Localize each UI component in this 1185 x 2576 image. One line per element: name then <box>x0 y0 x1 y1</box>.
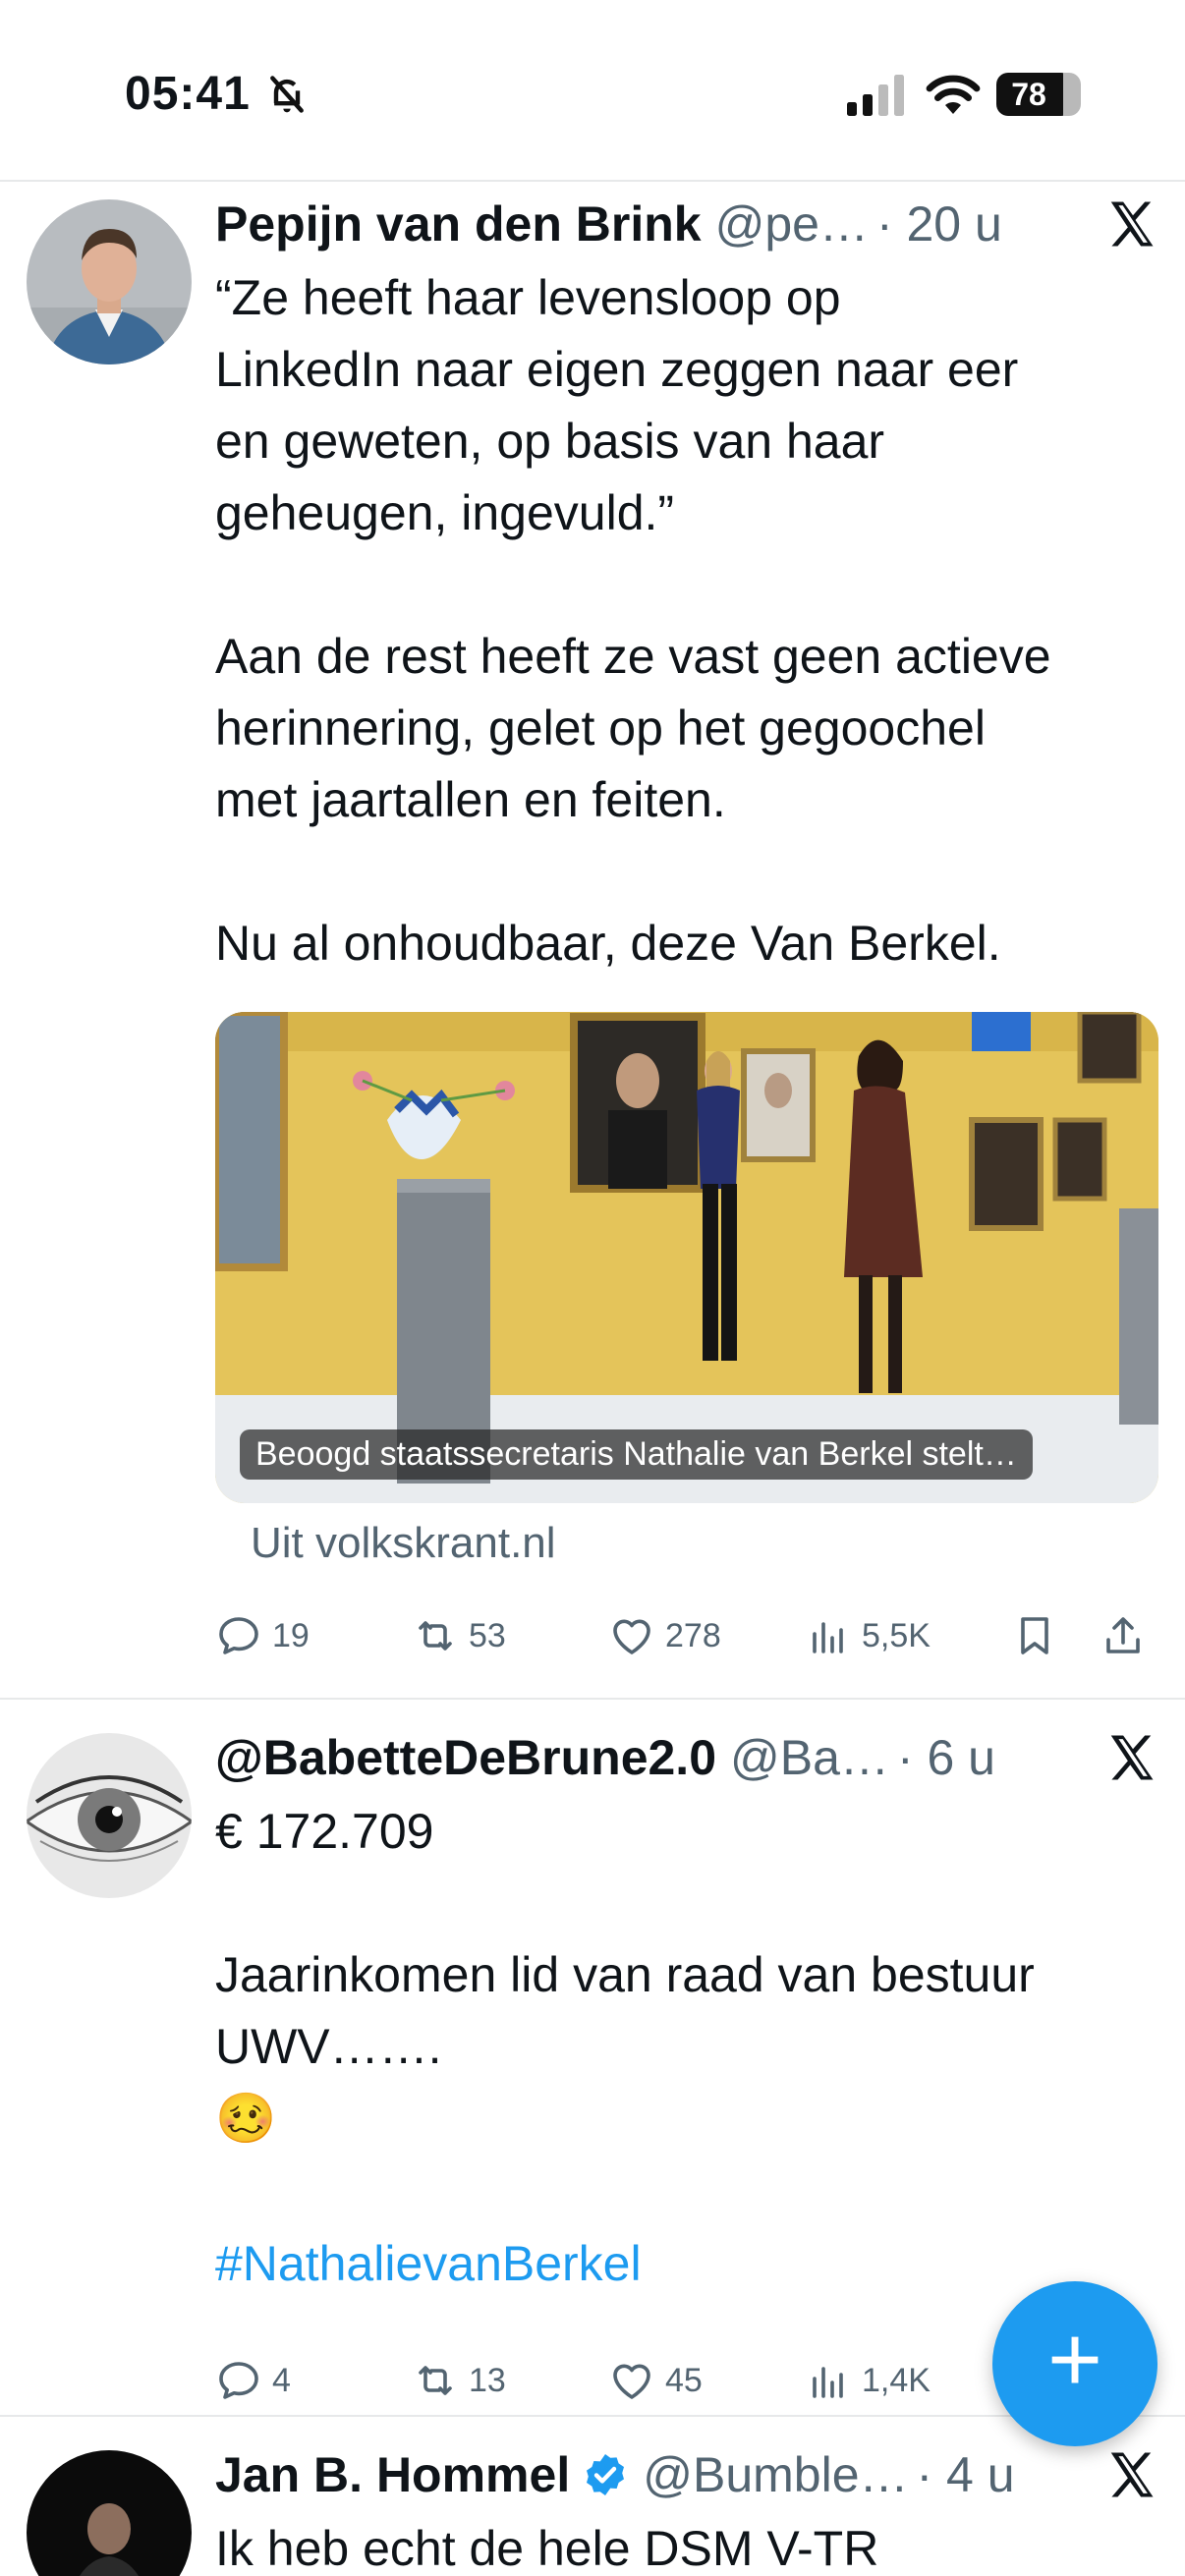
reply-count: 4 <box>272 2361 291 2399</box>
tweet-header: Jan B. Hommel @Bumble… · 4 u <box>215 2442 1161 2507</box>
reply-button[interactable]: 19 <box>215 1606 310 1665</box>
views-count: 5,5K <box>862 1616 931 1654</box>
reply-icon <box>219 2362 258 2399</box>
views-icon <box>813 1622 843 1653</box>
bookmark-button[interactable] <box>1011 1606 1068 1665</box>
link-card-caption: Beoogd staatssecretaris Nathalie van Ber… <box>240 1429 1033 1480</box>
avatar[interactable] <box>27 199 192 364</box>
avatar[interactable] <box>27 2450 192 2576</box>
like-button[interactable]: 278 <box>608 1606 721 1665</box>
repost-count: 53 <box>469 1616 506 1654</box>
views-button[interactable]: 5,5K <box>805 1606 931 1665</box>
status-bar: 05:41 78 <box>0 0 1185 182</box>
compose-button[interactable]: + <box>992 2281 1157 2446</box>
tweet-text: € 172.709 Jaarinkomen lid van raad van b… <box>215 1804 1035 2146</box>
reply-icon <box>219 1617 258 1654</box>
tweet-actions: 19 53 278 5,5K <box>215 1606 1158 1665</box>
repost-count: 13 <box>469 2361 506 2399</box>
bookmark-icon <box>1021 1617 1048 1654</box>
tweet-text: “Ze heeft haar levensloop op LinkedIn na… <box>215 270 1051 971</box>
reply-button[interactable]: 4 <box>215 2351 291 2410</box>
tweet-time[interactable]: · 6 u <box>897 1729 995 1786</box>
tweet-header: @BabetteDeBrune2.0 @Ba… · 6 u <box>215 1725 1161 1790</box>
x-logo-icon <box>1110 1735 1154 1780</box>
battery-level: 78 <box>1011 77 1046 112</box>
author-handle[interactable]: @Ba… <box>730 1729 889 1786</box>
like-count: 278 <box>665 1616 721 1654</box>
compose-plus-icon: + <box>1046 2307 1103 2412</box>
share-button[interactable] <box>1100 1606 1157 1665</box>
x-logo-icon <box>1110 201 1154 247</box>
like-button[interactable]: 45 <box>608 2351 703 2410</box>
tweet-time[interactable]: · 4 u <box>917 2446 1015 2503</box>
tweet-header: Pepijn van den Brink @pe… · 20 u <box>215 192 1161 256</box>
repost-button[interactable]: 13 <box>412 2351 506 2410</box>
views-button[interactable]: 1,4K <box>805 2351 931 2410</box>
heart-icon <box>613 2364 650 2399</box>
tweet-time[interactable]: · 20 u <box>876 196 1002 252</box>
views-count: 1,4K <box>862 2361 931 2399</box>
like-count: 45 <box>665 2361 703 2399</box>
x-logo-icon <box>1110 2452 1154 2497</box>
avatar[interactable] <box>27 1733 192 1898</box>
views-icon <box>813 2367 843 2398</box>
author-name[interactable]: @BabetteDeBrune2.0 <box>215 1729 716 1786</box>
heart-icon <box>613 1619 650 1654</box>
tweet[interactable]: Pepijn van den Brink @pe… · 20 u “Ze hee… <box>0 184 1185 1700</box>
battery-indicator: 78 <box>996 73 1081 116</box>
repost-button[interactable]: 53 <box>412 1606 506 1665</box>
author-handle[interactable]: @Bumble… <box>643 2446 908 2503</box>
cellular-signal-icon <box>847 75 904 116</box>
repost-icon <box>419 2366 452 2395</box>
silent-bell-icon <box>270 76 304 113</box>
share-icon <box>1106 1617 1140 1653</box>
status-time: 05:41 <box>125 68 251 120</box>
tweet-text: Ik heb echt de hele DSM V-TR <box>215 2521 879 2576</box>
verified-badge-icon <box>587 2454 625 2495</box>
author-handle[interactable]: @pe… <box>715 196 869 252</box>
wifi-icon <box>926 75 981 114</box>
link-card-image[interactable]: Beoogd staatssecretaris Nathalie van Ber… <box>215 1012 1158 1503</box>
repost-icon <box>419 1621 452 1651</box>
reply-count: 19 <box>272 1616 310 1654</box>
author-name[interactable]: Pepijn van den Brink <box>215 196 702 252</box>
author-name[interactable]: Jan B. Hommel <box>215 2446 570 2503</box>
link-source[interactable]: Uit volkskrant.nl <box>251 1519 556 1568</box>
